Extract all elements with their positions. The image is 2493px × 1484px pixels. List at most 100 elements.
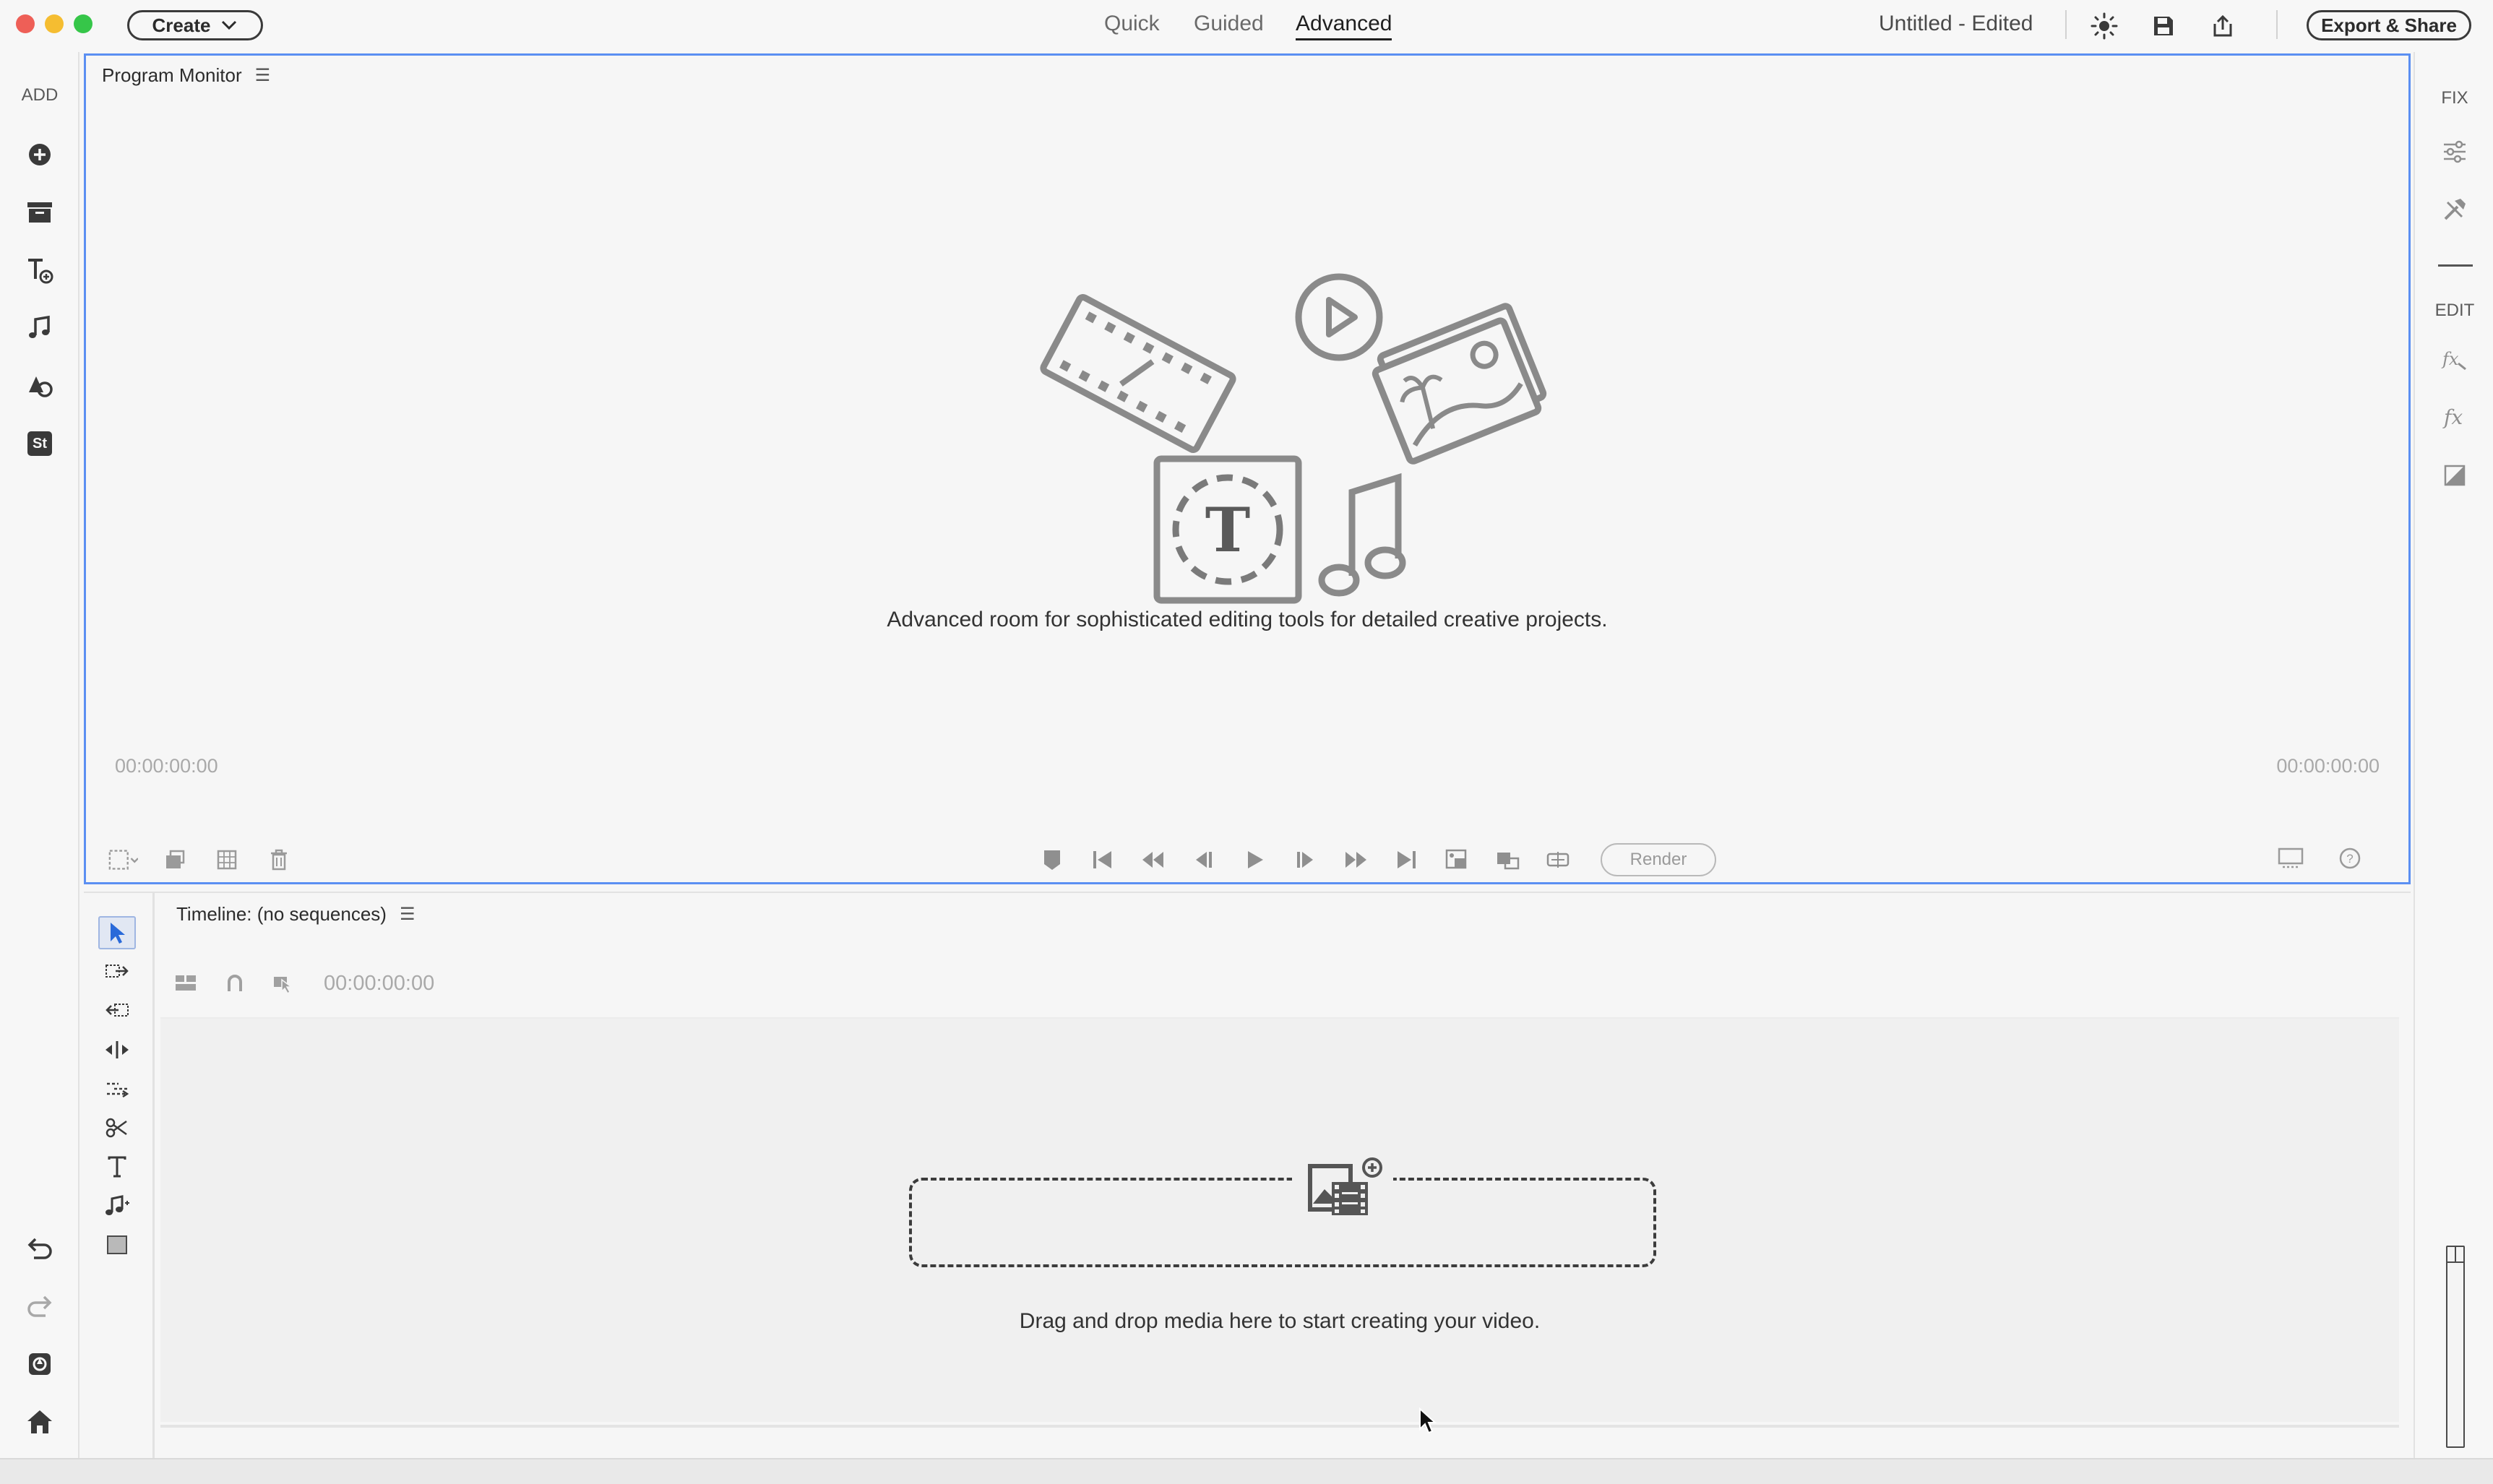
delete-icon[interactable] — [264, 845, 294, 875]
current-time: 00:00:00:00 — [115, 755, 218, 777]
timeline-track-area[interactable]: Drag and drop media here to start creati… — [160, 1017, 2399, 1422]
track-layout-icon[interactable] — [171, 968, 201, 998]
window-minimize-button[interactable] — [45, 14, 64, 33]
monitor-right-tools: ? — [2275, 843, 2365, 873]
add-title-icon[interactable] — [22, 253, 57, 288]
timeline-timecode: 00:00:00:00 — [324, 971, 435, 995]
shape-tool[interactable] — [98, 1228, 136, 1261]
razor-tool[interactable] — [98, 1111, 136, 1144]
timeline-controls: 00:00:00:00 — [171, 968, 434, 998]
undo-icon[interactable] — [22, 1231, 57, 1266]
title-card-icon: T — [1153, 455, 1302, 604]
stock-icon[interactable]: St — [22, 426, 57, 461]
program-monitor-title: Program Monitor — [102, 64, 242, 86]
step-back-icon[interactable] — [1189, 845, 1219, 875]
tab-advanced[interactable]: Advanced — [1296, 12, 1392, 40]
help-icon[interactable]: ? — [2335, 843, 2365, 873]
svg-text:fx: fx — [2442, 405, 2463, 429]
track-select-backward-tool[interactable] — [98, 994, 136, 1027]
left-sidebar: ADD St — [0, 52, 79, 1458]
graphics-icon[interactable] — [22, 368, 57, 403]
organizer-icon[interactable] — [22, 1347, 57, 1381]
project-title: Untitled - Edited — [1879, 12, 2033, 35]
grid-icon[interactable] — [212, 845, 242, 875]
empty-project-illustration: T — [1040, 273, 1547, 604]
redo-icon[interactable] — [22, 1289, 57, 1324]
media-bin-icon[interactable] — [22, 195, 57, 230]
render-button[interactable]: Render — [1601, 843, 1716, 876]
program-monitor-panel: Program Monitor ☰ T Advanced room for so… — [84, 53, 2411, 884]
adjust-icon[interactable] — [2437, 134, 2472, 169]
timeline-header: Timeline: (no sequences) ☰ — [176, 903, 415, 926]
export-share-button[interactable]: Export & Share — [2307, 10, 2471, 40]
music-note-icon — [1318, 473, 1406, 597]
monitor-left-tools — [108, 845, 294, 875]
copy-frame-icon[interactable] — [160, 845, 190, 875]
right-sidebar: FIX EDIT fx fx — [2414, 52, 2493, 1458]
color-matte-icon[interactable] — [2437, 458, 2472, 493]
audio-tool[interactable] — [98, 1189, 136, 1222]
text-tool[interactable] — [98, 1150, 136, 1183]
fix-section-label: FIX — [2441, 88, 2468, 108]
render-options-icon[interactable] — [1543, 845, 1573, 875]
film-strip-icon — [1040, 294, 1236, 453]
chevron-down-icon — [220, 20, 238, 31]
snap-magnet-icon[interactable] — [220, 968, 250, 998]
marker-icon[interactable] — [1037, 845, 1067, 875]
timeline-panel: Timeline: (no sequences) ☰ 00:00:00:00 D… — [84, 892, 2411, 1459]
timeline-title: Timeline: (no sequences) — [176, 903, 387, 925]
title-glyph: T — [1205, 494, 1251, 566]
freeze-frame-icon[interactable] — [1442, 845, 1472, 875]
linked-selection-icon[interactable] — [269, 968, 299, 998]
effects-icon[interactable]: fx — [2437, 400, 2472, 435]
create-label: Create — [152, 14, 211, 36]
home-icon[interactable] — [22, 1405, 57, 1439]
divider — [2276, 10, 2278, 39]
timeline-tools — [84, 893, 155, 1459]
play-circle-icon — [1295, 273, 1383, 361]
rewind-icon[interactable] — [1138, 845, 1168, 875]
go-to-end-icon[interactable] — [1391, 845, 1421, 875]
duration-time: 00:00:00:00 — [2276, 755, 2380, 777]
program-monitor-header: Program Monitor ☰ — [102, 64, 270, 87]
window-close-button[interactable] — [16, 14, 35, 33]
timeline-zoom-slider[interactable] — [2446, 1246, 2465, 1448]
add-media-icon[interactable] — [22, 137, 57, 172]
track-select-forward-tool[interactable] — [98, 955, 136, 988]
transport-controls: Render — [1037, 843, 1716, 876]
window-maximize-button[interactable] — [74, 14, 92, 33]
divider — [2438, 264, 2473, 267]
panel-menu-icon[interactable]: ☰ — [255, 65, 271, 86]
monitor-settings-icon[interactable] — [2275, 843, 2306, 873]
fast-forward-icon[interactable] — [1340, 845, 1371, 875]
save-icon[interactable] — [2148, 10, 2179, 42]
go-to-start-icon[interactable] — [1088, 845, 1118, 875]
status-strip — [0, 1458, 2493, 1484]
selection-tool[interactable] — [98, 916, 136, 949]
create-button[interactable]: Create — [127, 10, 263, 40]
tools-icon[interactable] — [2437, 192, 2472, 227]
effects-animate-icon[interactable]: fx — [2437, 342, 2472, 377]
divider — [2065, 10, 2067, 39]
tab-guided[interactable]: Guided — [1194, 12, 1264, 36]
mouse-cursor-icon — [1418, 1407, 1437, 1435]
tab-quick[interactable]: Quick — [1104, 12, 1160, 36]
ripple-edit-tool[interactable] — [98, 1033, 136, 1066]
crop-select-icon[interactable] — [108, 845, 138, 875]
room-description: Advanced room for sophisticated editing … — [887, 608, 1608, 631]
panel-menu-icon[interactable]: ☰ — [400, 904, 416, 925]
share-icon[interactable] — [2207, 10, 2239, 42]
step-forward-icon[interactable] — [1290, 845, 1320, 875]
play-icon[interactable] — [1239, 845, 1270, 875]
svg-text:fx: fx — [2441, 349, 2459, 369]
audio-icon[interactable] — [22, 311, 57, 345]
svg-text:?: ? — [2346, 852, 2353, 866]
add-media-film-icon — [1292, 1149, 1393, 1228]
brightness-icon[interactable] — [2088, 10, 2120, 42]
overlay-icon[interactable] — [1492, 845, 1523, 875]
add-section-label: ADD — [21, 85, 59, 105]
media-drop-zone[interactable] — [909, 1178, 1656, 1267]
rolling-edit-tool[interactable] — [98, 1072, 136, 1105]
timeline-scrollbar[interactable] — [160, 1425, 2399, 1428]
top-bar: Create Quick Guided Advanced Untitled - … — [0, 0, 2493, 52]
